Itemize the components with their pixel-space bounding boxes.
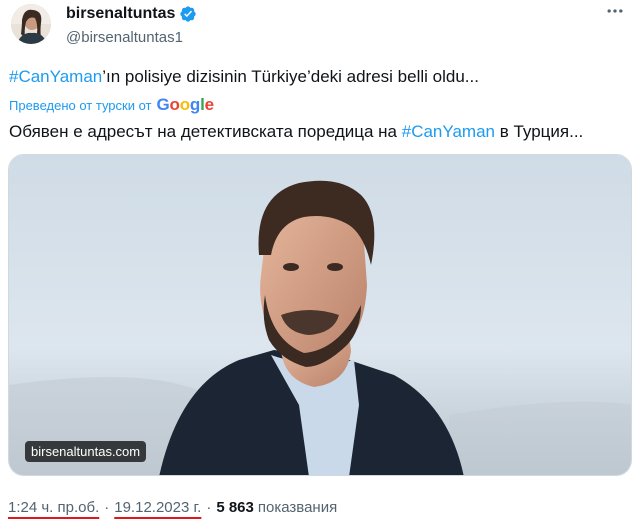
more-horizontal-icon bbox=[607, 9, 623, 13]
more-options-button[interactable] bbox=[604, 0, 626, 22]
verified-badge-icon[interactable] bbox=[179, 5, 197, 23]
tweet-time-link[interactable]: 1:24 ч. пр.об. bbox=[8, 499, 99, 516]
views-count[interactable]: 5 863 bbox=[216, 499, 254, 516]
author-handle[interactable]: @birsenaltuntas1 bbox=[66, 29, 183, 46]
tweet-date-link[interactable]: 19.12.2023 г. bbox=[114, 499, 201, 516]
translated-text-suffix: в Турция... bbox=[494, 122, 584, 141]
views-label: показвания bbox=[257, 499, 338, 516]
tweet-text: #CanYaman’ın polisiye dizisinin Türkiye’… bbox=[9, 66, 623, 88]
author-display-name[interactable]: birsenaltuntas bbox=[66, 5, 197, 23]
tweet-media-image[interactable]: birsenaltuntas.com bbox=[8, 154, 632, 476]
tweet-metadata: 1:24 ч. пр.об. · 19.12.2023 г. · 5 863 п… bbox=[8, 499, 337, 516]
hashtag-link[interactable]: #CanYaman bbox=[9, 67, 102, 86]
translated-text-prefix: Обявен е адресът на детективската пореди… bbox=[9, 122, 402, 141]
avatar[interactable] bbox=[11, 4, 51, 44]
meta-separator: · bbox=[206, 499, 212, 516]
tweet-text-body: ’ın polisiye dizisinin Türkiye’deki adre… bbox=[102, 67, 479, 86]
display-name-text[interactable]: birsenaltuntas bbox=[66, 5, 175, 23]
image-watermark-caption: birsenaltuntas.com bbox=[25, 441, 147, 462]
translated-by-link[interactable]: Преведено от турски от Google bbox=[9, 95, 214, 115]
translated-text: Обявен е адресът на детективската пореди… bbox=[9, 121, 627, 143]
translated-by-label[interactable]: Преведено от турски от bbox=[9, 98, 152, 113]
google-logo: Google bbox=[156, 95, 215, 114]
meta-separator: · bbox=[104, 499, 110, 516]
avatar-image bbox=[11, 4, 51, 44]
translated-hashtag-link[interactable]: #CanYaman bbox=[402, 122, 495, 141]
portrait-photo bbox=[9, 155, 631, 475]
